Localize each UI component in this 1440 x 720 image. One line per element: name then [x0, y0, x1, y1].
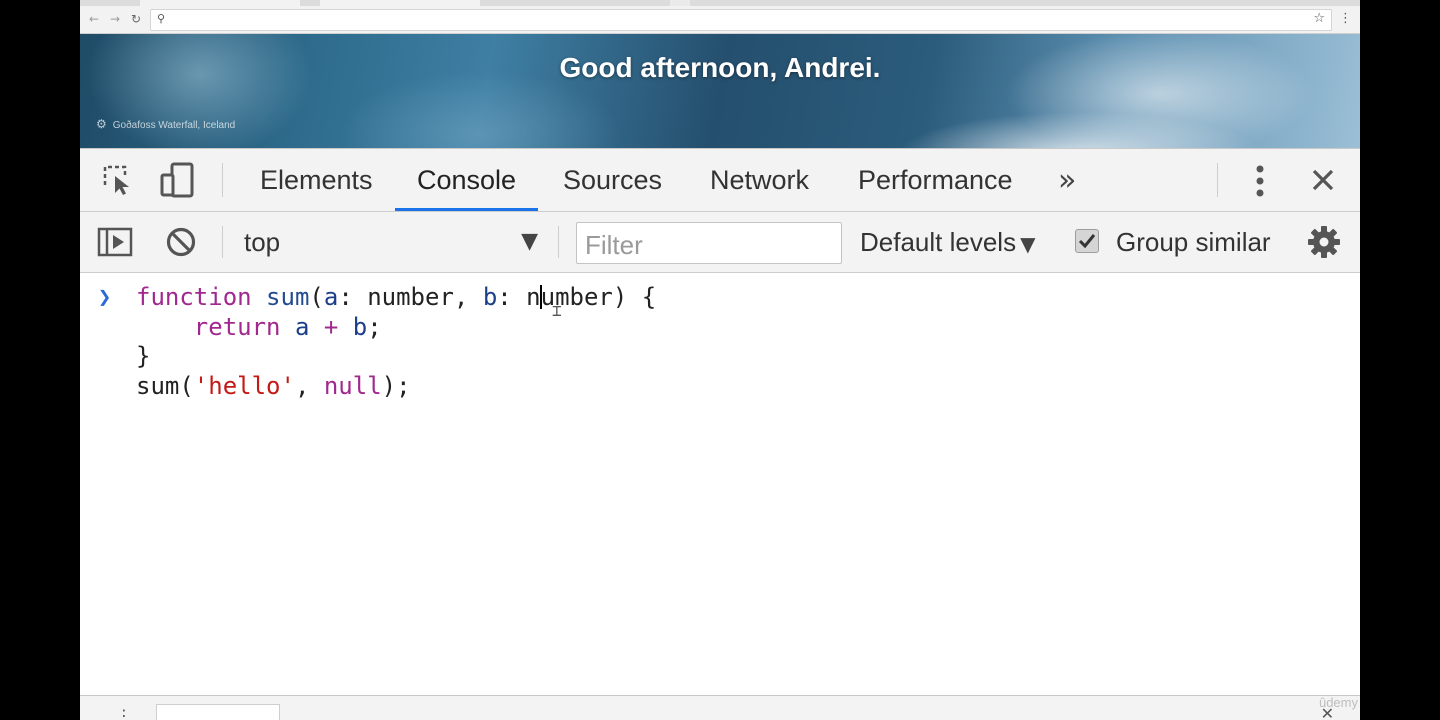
close-devtools-icon[interactable] — [1308, 165, 1338, 195]
log-levels-label: Default levels — [860, 227, 1017, 257]
checkmark-icon — [1078, 234, 1096, 249]
browser-window: ← → ↻ ⚲ ☆ ⋮ Good afternoon, Andrei. ⚙ Goð… — [80, 0, 1360, 720]
clear-console-icon[interactable] — [164, 225, 198, 259]
console-prompt-icon: ❯ — [98, 285, 112, 310]
device-toolbar-icon[interactable] — [160, 161, 196, 199]
context-value: top — [244, 227, 281, 257]
browser-menu-icon[interactable]: ⋮ — [1339, 11, 1352, 26]
context-selector[interactable]: top ▼ — [244, 226, 538, 258]
console-toolbar: top ▼ Filter Default levels ▼ Group simil… — [80, 212, 1360, 273]
code-line: return a + b; — [193, 312, 382, 341]
drawer-menu-icon[interactable]: ⋮ — [116, 706, 132, 720]
reload-icon[interactable]: ↻ — [128, 11, 144, 27]
tab-sources[interactable]: Sources — [563, 149, 662, 211]
tab-network[interactable]: Network — [710, 149, 809, 211]
back-icon[interactable]: ← — [86, 11, 102, 27]
devtools-drawer: ⋮ ✕ — [80, 695, 1360, 720]
devtools-panel: Elements Console Sources Network Perform… — [80, 148, 1360, 720]
browser-toolbar: ← → ↻ ⚲ ☆ ⋮ — [80, 6, 1360, 34]
text-caret — [539, 285, 542, 309]
toolbar-divider — [222, 226, 223, 258]
forward-icon[interactable]: → — [107, 11, 123, 27]
tab-elements[interactable]: Elements — [260, 149, 373, 211]
drawer-tab[interactable] — [156, 704, 280, 720]
code-line: } — [136, 342, 151, 370]
toolbar-divider — [558, 226, 559, 258]
group-similar-label[interactable]: Group similar — [1116, 226, 1271, 258]
new-tab-banner: Good afternoon, Andrei. ⚙ Goðafoss Waterf… — [80, 34, 1360, 148]
photo-credit-label: Goðafoss Waterfall, Iceland — [112, 120, 236, 131]
chevron-down-icon: ▼ — [1020, 232, 1036, 256]
filter-placeholder: Filter — [585, 230, 643, 260]
more-tabs-icon[interactable]: » — [1058, 163, 1076, 198]
udemy-watermark: ûdemy — [1318, 695, 1358, 710]
toolbar-divider — [1217, 163, 1218, 197]
tab-console[interactable]: Console — [394, 149, 539, 211]
photo-credit[interactable]: ⚙ Goðafoss Waterfall, Iceland — [96, 117, 235, 131]
code-line: function sum(a: number, b: number) { — [136, 283, 657, 311]
ibeam-cursor-icon: ⌶ — [552, 301, 562, 320]
toolbar-divider — [222, 163, 223, 197]
search-icon: ⚲ — [157, 12, 166, 25]
chevron-down-icon: ▼ — [521, 229, 538, 254]
group-similar-checkbox[interactable] — [1075, 229, 1099, 253]
console-code[interactable]: function sum(a: number, b: number) { ret… — [136, 283, 656, 401]
devtools-tabbar: Elements Console Sources Network Perform… — [80, 149, 1360, 212]
log-levels-dropdown[interactable]: Default levels ▼ — [860, 226, 1035, 260]
greeting-text: Good afternoon, Andrei. — [559, 52, 881, 83]
inspect-element-icon[interactable] — [100, 163, 136, 197]
code-line: sum('hello', null); — [136, 371, 411, 400]
console-settings-gear-icon[interactable] — [1306, 224, 1342, 260]
filter-input[interactable]: Filter — [576, 222, 842, 264]
settings-icon[interactable]: ⚙ — [96, 117, 107, 131]
address-bar[interactable]: ⚲ ☆ — [150, 9, 1332, 31]
tab-performance[interactable]: Performance — [858, 149, 1013, 211]
show-sidebar-icon[interactable] — [96, 226, 134, 258]
console-input-area[interactable]: ❯ function sum(a: number, b: number) { r… — [80, 273, 1360, 695]
bookmark-star-icon[interactable]: ☆ — [1313, 11, 1325, 26]
kebab-menu-icon[interactable] — [1248, 163, 1272, 199]
